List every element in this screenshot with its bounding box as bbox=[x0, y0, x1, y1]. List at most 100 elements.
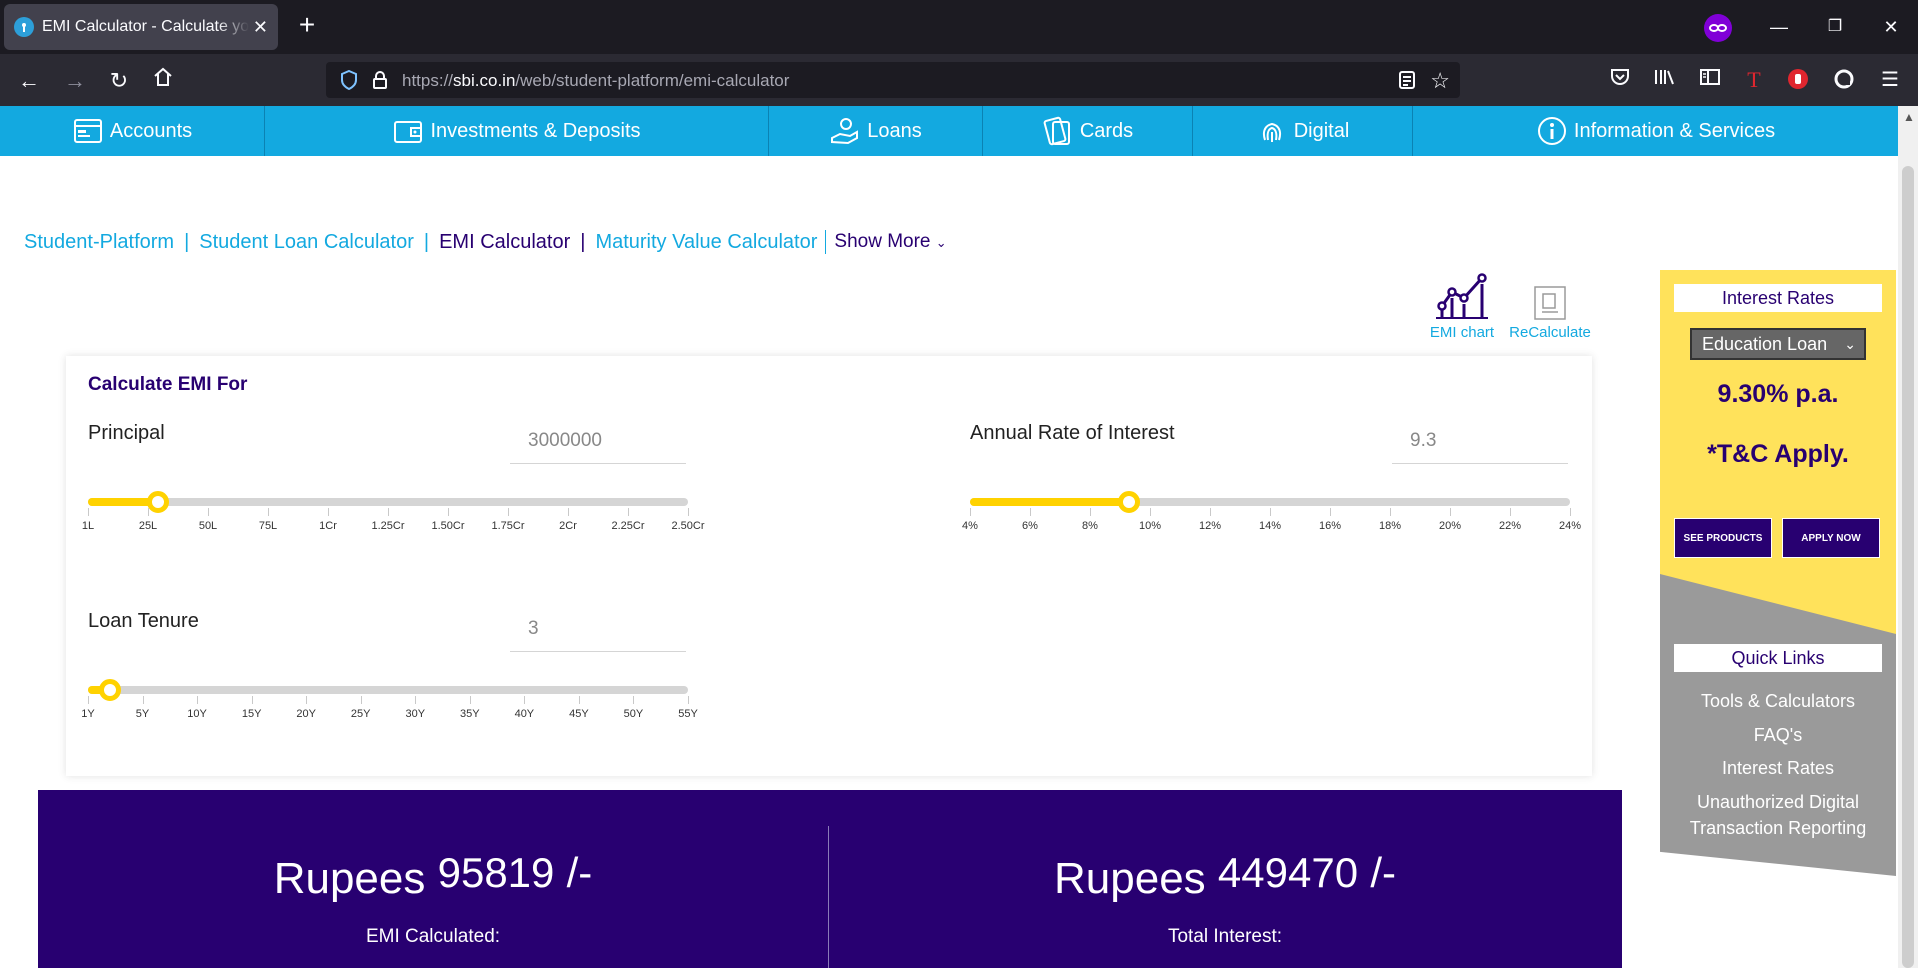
back-icon[interactable]: ← bbox=[14, 66, 44, 96]
slider-tick-label: 10% bbox=[1138, 520, 1162, 532]
shield-icon[interactable] bbox=[340, 69, 358, 95]
breadcrumb-emi-calculator[interactable]: EMI Calculator bbox=[439, 231, 570, 254]
interest-rate-slider[interactable] bbox=[970, 491, 1570, 513]
see-products-button[interactable]: SEE PRODUCTS bbox=[1674, 518, 1772, 558]
show-more-link[interactable]: Show More ⌄ bbox=[834, 231, 946, 253]
principal-ticks: 1L 25L 50L 75L 1Cr 1.25Cr 1.50Cr 1.75Cr 2Cr 2.25C… bbox=[82, 508, 705, 532]
principal-input[interactable]: 3000000 bbox=[510, 420, 686, 464]
library-icon[interactable] bbox=[1652, 68, 1676, 92]
slider-tick-label: 25L bbox=[138, 520, 158, 532]
restore-icon[interactable]: ❐ bbox=[1820, 14, 1850, 40]
slider-tick-mark bbox=[1270, 508, 1271, 516]
quick-link-transaction-reporting[interactable]: Transaction Reporting bbox=[1660, 815, 1896, 841]
principal-label: Principal bbox=[88, 422, 165, 444]
line-chart-icon bbox=[1436, 273, 1488, 319]
interest-rate-slider-fill bbox=[970, 498, 1129, 506]
loan-tenure-input[interactable]: 3 bbox=[510, 608, 686, 652]
quick-link-faqs[interactable]: FAQ's bbox=[1660, 722, 1896, 748]
interest-amount-suffix: /- bbox=[1370, 849, 1396, 896]
extension-sync-icon[interactable] bbox=[1832, 68, 1856, 92]
breadcrumb-student-loan-calculator[interactable]: Student Loan Calculator bbox=[199, 231, 414, 254]
scroll-up-arrow-icon[interactable]: ▲ bbox=[1903, 110, 1915, 124]
tab-close-icon[interactable]: ✕ bbox=[253, 18, 268, 36]
interest-rate-display: 9.30% p.a. bbox=[1717, 380, 1839, 408]
breadcrumb-student-platform[interactable]: Student-Platform bbox=[24, 231, 174, 254]
url-host: sbi.co.in bbox=[453, 71, 516, 90]
home-icon[interactable] bbox=[148, 66, 178, 96]
emi-chart-button[interactable]: EMI chart bbox=[1424, 270, 1500, 341]
slider-tick-label: 5Y bbox=[135, 708, 150, 720]
interest-amount-value: 449470 bbox=[1217, 849, 1359, 896]
interest-rates-header: Interest Rates bbox=[1674, 284, 1882, 312]
close-icon[interactable]: ✕ bbox=[1876, 14, 1906, 40]
quick-link-tools-calculators[interactable]: Tools & Calculators bbox=[1660, 688, 1896, 714]
breadcrumb-maturity-value-calculator[interactable]: Maturity Value Calculator bbox=[595, 231, 817, 254]
principal-slider[interactable] bbox=[88, 491, 688, 513]
quick-links-header: Quick Links bbox=[1674, 644, 1882, 672]
apply-now-button[interactable]: APPLY NOW bbox=[1782, 518, 1880, 558]
slider-tick-label: 16% bbox=[1318, 520, 1342, 532]
menu-icon[interactable]: ☰ bbox=[1878, 68, 1902, 92]
slider-tick-mark bbox=[688, 696, 689, 704]
slider-tick-mark bbox=[1510, 508, 1511, 516]
interest-currency-prefix: Rupees bbox=[1054, 854, 1206, 903]
nav-cards[interactable]: Cards bbox=[983, 106, 1193, 156]
slider-tick-mark bbox=[628, 508, 629, 516]
reload-icon[interactable]: ↻ bbox=[104, 66, 134, 96]
breadcrumb-separator: | bbox=[423, 230, 430, 253]
breadcrumb-separator: | bbox=[580, 230, 586, 253]
private-browsing-icon bbox=[1704, 14, 1732, 42]
emi-caption: EMI Calculated: bbox=[365, 926, 501, 947]
accounts-icon bbox=[72, 115, 104, 147]
interest-rate-ticks: 4% 6% 8% 10% 12% 14% 16% 18% 20% 22% 24% bbox=[962, 508, 1581, 532]
slider-tick-label: 14% bbox=[1258, 520, 1282, 532]
slider-tick-label: 30Y bbox=[405, 708, 426, 720]
slider-tick-mark bbox=[268, 508, 269, 516]
slider-tick-label: 22% bbox=[1498, 520, 1522, 532]
url-path: /web/student-platform/emi-calculator bbox=[515, 71, 790, 90]
quick-link-interest-rates[interactable]: Interest Rates bbox=[1660, 755, 1896, 781]
recalculate-button[interactable]: ReCalculate bbox=[1506, 286, 1594, 341]
nav-investments-deposits[interactable]: Investments & Deposits bbox=[265, 106, 769, 156]
minimize-icon[interactable]: — bbox=[1764, 14, 1794, 40]
nav-investments-label: Investments & Deposits bbox=[430, 119, 641, 142]
bookmark-star-icon[interactable]: ☆ bbox=[1430, 68, 1450, 94]
browser-tab-active[interactable]: EMI Calculator - Calculate your EMI ✕ bbox=[4, 4, 278, 50]
nav-information-services[interactable]: Information & Services bbox=[1413, 106, 1898, 156]
new-tab-button[interactable]: + bbox=[292, 11, 322, 42]
extension-hand-icon[interactable] bbox=[1786, 68, 1810, 92]
slider-tick-mark bbox=[1390, 508, 1391, 516]
quick-link-unauthorized-digital[interactable]: Unauthorized Digital bbox=[1660, 789, 1896, 815]
chevron-down-icon: ⌄ bbox=[1844, 336, 1856, 352]
loan-tenure-slider[interactable] bbox=[88, 679, 688, 701]
loan-type-value: Education Loan bbox=[1702, 334, 1828, 354]
sidebar-icon[interactable] bbox=[1698, 68, 1722, 92]
slider-tick-mark bbox=[388, 508, 389, 516]
pocket-icon[interactable] bbox=[1608, 68, 1632, 92]
loan-type-select[interactable]: Education Loan ⌄ bbox=[1690, 328, 1866, 360]
interest-rate-input[interactable]: 9.3 bbox=[1392, 420, 1568, 464]
url-bar[interactable]: https://sbi.co.in/web/student-platform/e… bbox=[326, 62, 1460, 98]
slider-tick-label: 1Y bbox=[81, 708, 95, 720]
slider-tick-label: 20% bbox=[1438, 520, 1462, 532]
emi-amount: Rupees 95819 /- bbox=[38, 849, 828, 904]
url-text[interactable]: https://sbi.co.in/web/student-platform/e… bbox=[402, 71, 789, 91]
slider-tick-mark bbox=[1570, 508, 1571, 516]
nav-accounts[interactable]: Accounts bbox=[0, 106, 265, 156]
page-scrollbar[interactable]: ▲ bbox=[1898, 106, 1918, 968]
scrollbar-thumb[interactable] bbox=[1902, 166, 1914, 968]
slider-tick-label: 1L bbox=[81, 520, 95, 532]
fingerprint-icon bbox=[1256, 115, 1288, 147]
slider-tick-label: 1Cr bbox=[319, 520, 337, 532]
reader-view-icon[interactable] bbox=[1398, 70, 1416, 95]
interest-caption: Total Interest: bbox=[1167, 926, 1283, 947]
tab-title: EMI Calculator - Calculate your EMI bbox=[42, 18, 249, 35]
extension-t-icon[interactable]: T bbox=[1742, 68, 1766, 92]
nav-digital[interactable]: Digital bbox=[1193, 106, 1413, 156]
emi-results-panel: Rupees 95819 /- EMI Calculated: Rupees 4… bbox=[38, 790, 1622, 968]
forward-icon[interactable]: → bbox=[60, 66, 90, 96]
lock-icon[interactable] bbox=[372, 70, 388, 95]
nav-loans-label: Loans bbox=[867, 119, 922, 142]
slider-tick-mark bbox=[524, 696, 526, 704]
nav-loans[interactable]: Loans bbox=[769, 106, 983, 156]
